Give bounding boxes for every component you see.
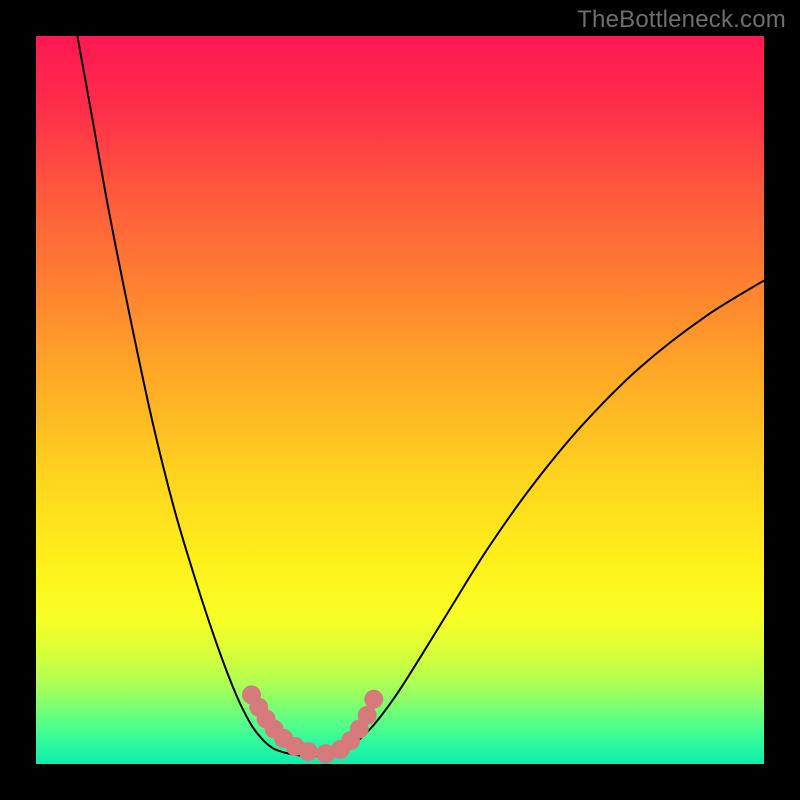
marker-group-left (242, 685, 318, 761)
curve-layer (36, 36, 764, 764)
watermark-text: TheBottleneck.com (577, 6, 786, 34)
plot-area (36, 36, 764, 764)
chart-frame: TheBottleneck.com (0, 0, 800, 800)
curve-marker (364, 690, 383, 709)
curve-right-branch (342, 276, 764, 752)
curve-left-branch (76, 36, 283, 752)
curve-marker (299, 742, 318, 761)
